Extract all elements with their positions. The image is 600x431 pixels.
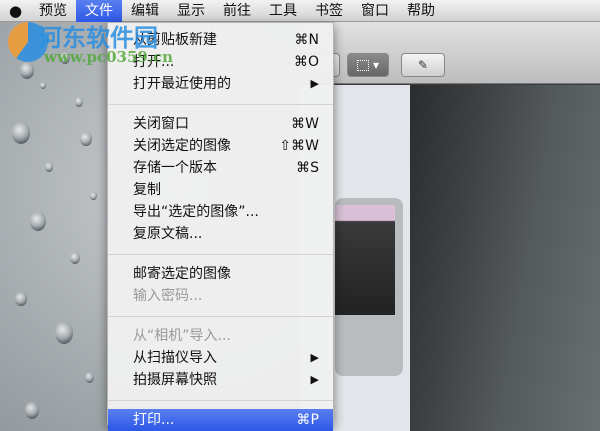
raindrop <box>40 82 46 90</box>
raindrop <box>45 162 53 172</box>
apple-menu-icon[interactable]: ● <box>0 0 30 22</box>
menu-separator <box>108 400 333 401</box>
menu-item-label: 输入密码... <box>133 288 203 304</box>
menu-item-shortcut: ⇧⌘W <box>279 138 319 154</box>
menu-go[interactable]: 前往 <box>214 0 260 22</box>
raindrop <box>75 97 83 107</box>
menu-edit[interactable]: 编辑 <box>122 0 168 22</box>
menu-item-label: 邮寄选定的图像 <box>133 266 231 282</box>
menu-help[interactable]: 帮助 <box>398 0 444 22</box>
annotate-button[interactable]: ✎ <box>401 53 445 77</box>
menu-item-label: 关闭窗口 <box>133 116 189 132</box>
menu-item-shortcut: ⌘W <box>291 116 319 132</box>
selection-tool-button[interactable]: ▾ <box>347 53 389 77</box>
menu-item[interactable]: 复制 <box>108 179 333 201</box>
menu-item-shortcut: ⌘S <box>296 160 319 176</box>
menu-separator <box>108 316 333 317</box>
menu-separator <box>108 254 333 255</box>
menu-bar: ● 预览 文件 编辑 显示 前往 工具 书签 窗口 帮助 <box>0 0 600 22</box>
submenu-arrow-icon: ▶ <box>310 351 319 364</box>
menu-item[interactable]: 打开最近使用的 ▶ <box>108 73 333 95</box>
raindrop <box>25 402 39 419</box>
raindrop <box>80 132 92 147</box>
raindrop <box>55 322 73 344</box>
raindrop <box>12 122 30 144</box>
raindrop <box>70 252 80 264</box>
file-menu-dropdown: 从剪贴板新建 ⌘N 打开... ⌘O 打开最近使用的 ▶ 关闭窗口 ⌘W 关闭选定的图像 ⇧⌘W 存… <box>107 22 334 431</box>
menu-item-label: 从扫描仪导入 <box>133 350 217 366</box>
menu-tools[interactable]: 工具 <box>260 0 306 22</box>
menu-window[interactable]: 窗口 <box>352 0 398 22</box>
menu-view[interactable]: 显示 <box>168 0 214 22</box>
raindrop <box>85 372 94 383</box>
menu-item-label: 导出“选定的图像”... <box>133 204 259 220</box>
submenu-arrow-icon: ▶ <box>310 373 319 386</box>
raindrop <box>15 292 27 307</box>
menu-bookmarks[interactable]: 书签 <box>306 0 352 22</box>
menu-item[interactable]: 存储一个版本 ⌘S <box>108 157 333 179</box>
menu-item[interactable]: 从扫描仪导入 ▶ <box>108 347 333 369</box>
menu-item: 输入密码... <box>108 285 333 307</box>
menu-item: 从“相机”导入... <box>108 325 333 347</box>
menu-item[interactable]: 邮寄选定的图像 <box>108 263 333 285</box>
menu-item-label: 打开最近使用的 <box>133 76 231 92</box>
menu-item-label: 存储一个版本 <box>133 160 217 176</box>
preview-window: ▾ ✎ <box>300 22 600 431</box>
menu-item[interactable]: 导出“选定的图像”... <box>108 201 333 223</box>
menu-separator <box>108 104 333 105</box>
submenu-arrow-icon: ▶ <box>310 77 319 90</box>
menu-item-shortcut: ⌘N <box>294 32 319 48</box>
menu-item-label: 打印... <box>133 412 175 428</box>
menu-item-shortcut: ⌘O <box>293 54 319 70</box>
thumbnail-item[interactable] <box>335 198 403 376</box>
menu-item[interactable]: 打印... ⌘P <box>108 409 333 431</box>
raindrop <box>20 62 34 79</box>
menu-file[interactable]: 文件 <box>76 0 122 22</box>
toolbar: ▾ ✎ <box>300 22 600 84</box>
menu-item-label: 关闭选定的图像 <box>133 138 231 154</box>
thumbnail-image <box>335 205 395 315</box>
menu-item-label: 复原文稿... <box>133 226 203 242</box>
menu-item-label: 拍摄屏幕快照 <box>133 372 217 388</box>
raindrop <box>30 212 46 232</box>
menu-item-shortcut: ⌘P <box>296 412 319 428</box>
menu-item[interactable]: 从剪贴板新建 ⌘N <box>108 29 333 51</box>
menu-item[interactable]: 关闭窗口 ⌘W <box>108 113 333 135</box>
menu-item[interactable]: 拍摄屏幕快照 ▶ <box>108 369 333 391</box>
selection-rect-icon <box>356 59 369 71</box>
menu-preview[interactable]: 预览 <box>30 0 76 22</box>
raindrop <box>60 52 70 64</box>
menu-item[interactable]: 关闭选定的图像 ⇧⌘W <box>108 135 333 157</box>
raindrop <box>90 192 97 201</box>
menu-item[interactable]: 打开... ⌘O <box>108 51 333 73</box>
chevron-down-icon: ▾ <box>372 58 380 72</box>
image-view <box>410 85 600 431</box>
menu-item-label: 打开... <box>133 54 175 70</box>
pencil-icon: ✎ <box>417 58 429 72</box>
menu-item-label: 从“相机”导入... <box>133 328 231 344</box>
menu-item[interactable]: 复原文稿... <box>108 223 333 245</box>
menu-item-label: 从剪贴板新建 <box>133 32 217 48</box>
menu-item-label: 复制 <box>133 182 161 198</box>
